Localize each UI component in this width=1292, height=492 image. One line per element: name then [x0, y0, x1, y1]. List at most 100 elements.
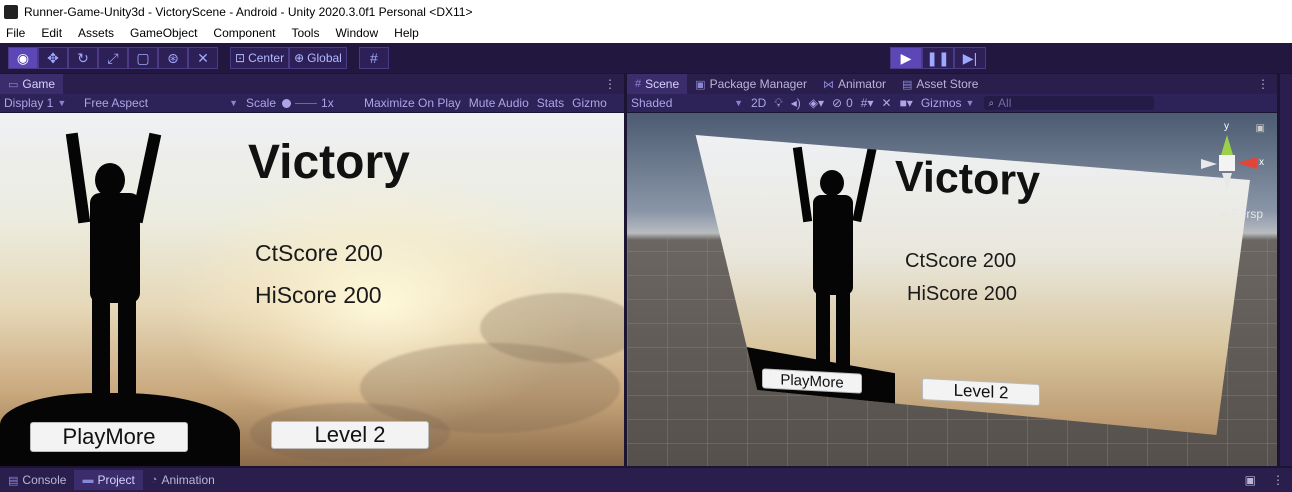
bottom-panel-tabs: ▤ Console ▬ Project ◔ Animation ▣ ⋮	[0, 468, 1292, 492]
scene-canvas-plane[interactable]: Victory CtScore 200 HiScore 200 PlayMore…	[695, 135, 1250, 435]
display-select[interactable]: Display 1 ▼	[0, 96, 80, 110]
menu-window[interactable]: Window	[327, 26, 386, 40]
gizmo-y-axis[interactable]	[1221, 135, 1233, 155]
visibility-icon[interactable]: ⊘ 0	[828, 96, 857, 110]
unity-logo-icon	[4, 4, 18, 19]
rotate-tool-icon[interactable]: ↻	[68, 47, 98, 69]
tab-animator[interactable]: ⋈ Animator	[815, 74, 894, 94]
gizmo-x-axis[interactable]	[1237, 157, 1257, 169]
tab-package-manager[interactable]: ▣ Package Manager	[687, 74, 815, 94]
maximize-on-play-toggle[interactable]: Maximize On Play	[360, 96, 465, 110]
transform-tools: ◉ ✥ ↻ ⤢ ▢ ⊛ ✕	[8, 47, 218, 69]
menu-file[interactable]: File	[0, 26, 33, 40]
step-icon[interactable]: ▶|	[954, 47, 986, 69]
window-title: Runner-Game-Unity3d - VictoryScene - And…	[24, 4, 473, 19]
panel-menu-icon[interactable]: ⋮	[1264, 470, 1292, 490]
pivot-center-button[interactable]: ⊡ Center	[230, 47, 290, 69]
store-icon: ▤	[902, 78, 913, 91]
tab-console[interactable]: ▤ Console	[0, 470, 74, 490]
tools-icon[interactable]: ✕	[878, 96, 896, 110]
grid-toggle-icon[interactable]: #▾	[857, 96, 878, 110]
scene-panel-tabs: # Scene ▣ Package Manager ⋈ Animator ▤ A…	[627, 74, 1277, 94]
lighting-icon[interactable]: 💡︎	[770, 96, 786, 111]
scene-search-field[interactable]: ⌕ All	[984, 96, 1155, 110]
scene-level-2-button[interactable]: Level 2	[922, 377, 1040, 407]
play-more-button[interactable]: PlayMore	[30, 422, 188, 452]
menu-edit[interactable]: Edit	[33, 26, 70, 40]
audio-icon[interactable]: ◂)	[787, 96, 805, 110]
panel-menu-icon[interactable]: ⋮	[1249, 74, 1277, 94]
main-toolbar: ◉ ✥ ↻ ⤢ ▢ ⊛ ✕ ⊡ Center ⊕ Global # ▶ ❚❚ ▶…	[0, 43, 1292, 73]
2d-toggle[interactable]: 2D	[747, 96, 770, 110]
scene-view[interactable]: Victory CtScore 200 HiScore 200 PlayMore…	[627, 113, 1277, 466]
level-2-button[interactable]: Level 2	[271, 421, 429, 449]
tab-asset-store[interactable]: ▤ Asset Store	[894, 74, 986, 94]
chevron-down-icon: ▼	[965, 98, 975, 108]
panel-menu-icon[interactable]: ⋮	[596, 74, 624, 94]
pivot-controls: ⊡ Center ⊕ Global	[230, 47, 347, 69]
pause-icon[interactable]: ❚❚	[922, 47, 954, 69]
transform-tool-icon[interactable]: ⊛	[158, 47, 188, 69]
scene-current-score-text: CtScore 200	[905, 250, 1017, 272]
lock-icon[interactable]: ▣	[1237, 470, 1264, 490]
slider-handle[interactable]	[282, 98, 292, 108]
shading-mode-select[interactable]: Shaded ▼	[627, 96, 747, 110]
lock-icon[interactable]: ▣	[1256, 123, 1265, 134]
play-controls: ▶ ❚❚ ▶|	[890, 47, 986, 69]
scene-silhouette-head	[820, 170, 844, 196]
stats-toggle[interactable]: Stats	[533, 96, 568, 110]
camera-icon[interactable]: ■▾	[896, 96, 917, 110]
game-icon: ▭	[8, 78, 19, 91]
play-icon[interactable]: ▶	[890, 47, 922, 69]
scene-silhouette-body	[813, 195, 853, 295]
game-panel-tabs: ▭ Game ⋮	[0, 74, 624, 94]
menu-assets[interactable]: Assets	[70, 26, 122, 40]
gizmo-neg-y-axis[interactable]	[1222, 173, 1232, 189]
scale-slider[interactable]: Scale 1x	[242, 96, 360, 110]
gizmos-toggle[interactable]: Gizmo	[568, 96, 611, 110]
scene-icon: #	[635, 78, 642, 90]
game-panel-toolbar: Display 1 ▼ Free Aspect ▼ Scale 1x Maximi…	[0, 94, 624, 112]
animation-icon: ◔	[150, 474, 158, 486]
custom-tool-icon[interactable]: ✕	[188, 47, 218, 69]
scale-tool-icon[interactable]: ⤢	[98, 47, 128, 69]
tab-scene[interactable]: # Scene	[627, 74, 688, 94]
chevron-down-icon: ▼	[734, 98, 743, 108]
scene-high-score-text: HiScore 200	[907, 283, 1018, 305]
gizmo-neg-x-axis[interactable]	[1201, 159, 1217, 169]
effects-icon[interactable]: ◈▾	[805, 96, 828, 110]
chevron-down-icon: ▼	[229, 98, 238, 108]
victory-title: Victory	[248, 136, 410, 189]
globe-icon: ⊕	[294, 51, 305, 65]
view-tool-icon[interactable]: ◉	[8, 47, 38, 69]
aspect-select[interactable]: Free Aspect ▼	[80, 96, 242, 110]
scene-victory-title: Victory	[895, 152, 1040, 206]
gizmo-center-cube[interactable]	[1219, 155, 1235, 171]
menu-component[interactable]: Component	[205, 26, 283, 40]
scene-panel-toolbar: Shaded ▼ 2D 💡︎ ◂) ◈▾ ⊘ 0 #▾ ✕ ■▾ Gizmos ▼…	[627, 94, 1277, 112]
menu-tools[interactable]: Tools	[283, 26, 327, 40]
menu-help[interactable]: Help	[386, 26, 427, 40]
tab-game[interactable]: ▭ Game	[0, 74, 64, 94]
orientation-gizmo[interactable]: y x ▣	[1197, 121, 1267, 211]
eye-slash-icon: ⊘	[832, 96, 843, 110]
chevron-down-icon: ▼	[57, 98, 67, 108]
mute-audio-toggle[interactable]: Mute Audio	[465, 96, 533, 110]
menu-gameobject[interactable]: GameObject	[122, 26, 205, 40]
pivot-icon: ⊡	[235, 51, 246, 65]
tab-animation[interactable]: ◔ Animation	[143, 470, 223, 490]
high-score-text: HiScore 200	[255, 282, 382, 308]
grid-snap-icon[interactable]: #	[358, 47, 389, 69]
chevron-left-icon: <	[1221, 207, 1229, 221]
pivot-global-button[interactable]: ⊕ Global	[289, 47, 347, 69]
rect-tool-icon[interactable]: ▢	[128, 47, 158, 69]
snap-group: #	[358, 47, 389, 69]
folder-icon: ▬	[82, 474, 94, 486]
game-view[interactable]: Victory CtScore 200 HiScore 200 PlayMore…	[0, 113, 624, 466]
tab-project[interactable]: ▬ Project	[74, 470, 143, 490]
current-score-text: CtScore 200	[255, 240, 383, 266]
window-title-bar: Runner-Game-Unity3d - VictoryScene - And…	[0, 0, 1292, 23]
move-tool-icon[interactable]: ✥	[38, 47, 68, 69]
gizmos-dropdown[interactable]: Gizmos ▼	[917, 96, 979, 110]
persp-label[interactable]: < Persp	[1221, 207, 1263, 221]
